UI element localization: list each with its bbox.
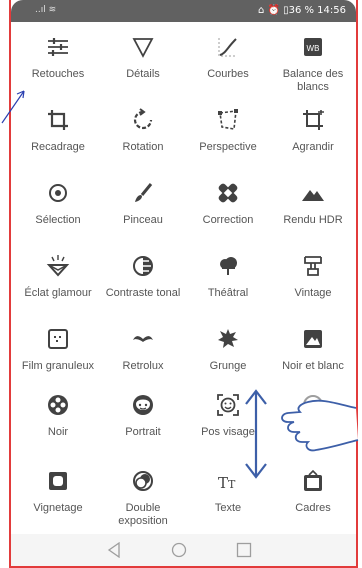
tool-label: Cadres [295, 502, 331, 514]
rotate-icon [133, 108, 153, 130]
tool-théâtral[interactable]: Théâtral [185, 253, 271, 300]
tool-label: Perspective [199, 141, 257, 153]
status-right: ⌂ ⏰ ▯36 % 14:56 [257, 5, 346, 16]
retrolux-icon [133, 336, 153, 342]
tool-contraste-tonal[interactable]: Contraste tonal [100, 253, 186, 300]
curves-icon [218, 38, 237, 57]
grunge-icon [218, 329, 238, 348]
tool-grunge[interactable]: Grunge [185, 326, 271, 373]
tool-éclat-glamour[interactable]: Éclat glamour [15, 253, 101, 300]
selective-icon [49, 184, 67, 202]
tool-label: Courbes [207, 68, 249, 80]
tool-label: Noir et blanc [282, 360, 344, 372]
tool-retouches[interactable]: Retouches [15, 34, 101, 81]
tool-label: Rotation [122, 141, 164, 153]
tool-label: Pinceau [123, 214, 163, 226]
details-icon [132, 38, 154, 58]
double-exposure-icon [133, 471, 153, 491]
perspective-icon [218, 109, 238, 130]
tool-label: Vignetage [33, 502, 83, 514]
tune-icon [48, 38, 68, 56]
tool-label: Vintage [294, 287, 332, 299]
noir-icon [48, 395, 68, 415]
tool-label: Éclat glamour [24, 287, 92, 299]
tool-label: Recadrage [31, 141, 85, 153]
brush-icon [135, 183, 153, 202]
hdr-icon [302, 190, 324, 201]
tool-label: Contraste tonal [105, 287, 181, 299]
recents-icon[interactable] [236, 542, 252, 558]
tool-label: Correction [202, 214, 254, 226]
back-icon[interactable] [107, 542, 121, 558]
tool-label: Portrait [125, 426, 161, 438]
tool-détails[interactable]: Détails [100, 34, 186, 81]
drama-icon [220, 257, 237, 275]
navigation-bar [11, 534, 356, 568]
tool-double-exposition[interactable]: Double exposition [100, 468, 186, 528]
tonal-contrast-icon [133, 256, 153, 276]
healing-icon [218, 183, 238, 203]
glamour-glow-icon [46, 255, 70, 277]
tool-pinceau[interactable]: Pinceau [100, 180, 186, 227]
tool-balance-des-blancs[interactable]: WB Balance des blancs [270, 34, 356, 94]
expand-icon [303, 110, 324, 130]
tool-noir-et-blanc[interactable]: Noir et blanc [270, 326, 356, 373]
tool-correction[interactable]: Correction [185, 180, 271, 227]
crop-icon [48, 110, 68, 130]
tool-portrait[interactable]: Portrait [100, 392, 186, 439]
tool-courbes[interactable]: Courbes [185, 34, 271, 81]
grainy-film-icon [48, 329, 68, 349]
tool-label: Balance des blancs [282, 68, 344, 93]
tool-label: Grunge [209, 360, 247, 372]
home-icon[interactable] [171, 542, 187, 558]
tool-label: Film granuleux [21, 360, 95, 372]
swipe-gesture-icon [245, 389, 359, 479]
tool-film-granuleux[interactable]: Film granuleux [15, 326, 101, 373]
tool-label: Double exposition [118, 502, 168, 527]
status-bar: ..ıl ≋ ⌂ ⏰ ▯36 % 14:56 [11, 0, 356, 22]
tool-rendu-hdr[interactable]: Rendu HDR [270, 180, 356, 227]
tool-label: Retouches [31, 68, 85, 80]
tool-sélection[interactable]: Sélection [15, 180, 101, 227]
black-white-icon [304, 330, 322, 348]
tool-noir[interactable]: Noir [15, 392, 101, 439]
tool-perspective[interactable]: Perspective [185, 107, 271, 154]
tool-label: Détails [126, 68, 160, 80]
tool-label: Rendu HDR [283, 214, 343, 226]
vignette-icon [49, 472, 67, 490]
annotation-arrow-icon [1, 90, 25, 124]
tool-label: Sélection [35, 214, 81, 226]
svg-text:T: T [228, 478, 236, 491]
tool-retrolux[interactable]: Retrolux [100, 326, 186, 373]
tool-label: Texte [214, 502, 242, 514]
white-balance-icon: WB [304, 38, 322, 56]
tool-agrandir[interactable]: Agrandir [270, 107, 356, 154]
tool-rotation[interactable]: Rotation [100, 107, 186, 154]
tool-label: Retrolux [122, 360, 164, 372]
tool-label: Noir [47, 426, 69, 438]
portrait-icon [133, 395, 153, 415]
vintage-icon [304, 256, 322, 276]
signal-wifi-icons: ..ıl ≋ [35, 5, 57, 15]
svg-text:T: T [218, 474, 228, 492]
tool-label: Agrandir [292, 141, 334, 153]
svg-text:WB: WB [307, 44, 320, 53]
tool-label: Théâtral [207, 287, 249, 299]
tool-vintage[interactable]: Vintage [270, 253, 356, 300]
tool-vignetage[interactable]: Vignetage [15, 468, 101, 515]
